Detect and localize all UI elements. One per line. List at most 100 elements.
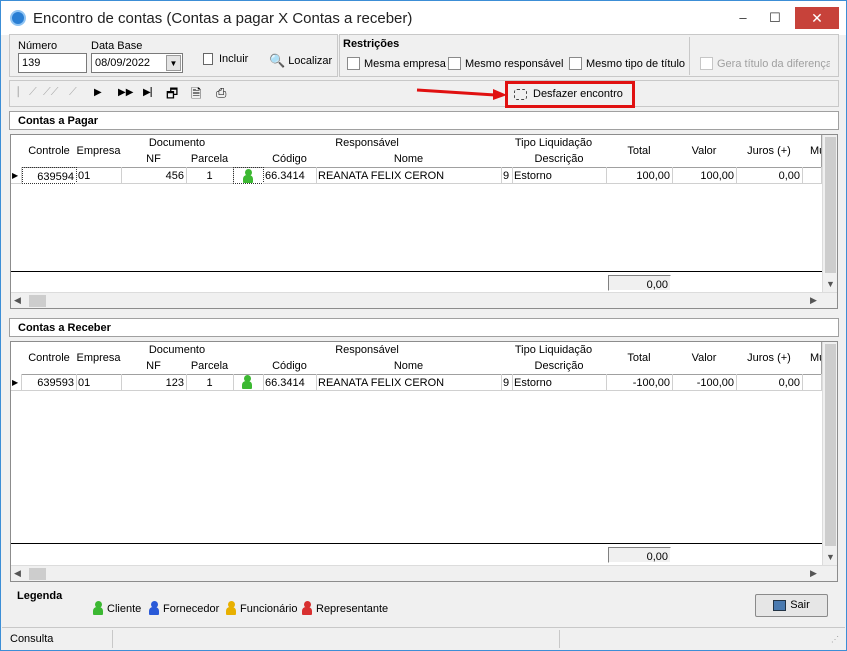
receber-horizontal-scrollbar[interactable]: ◀ ▶ (11, 565, 837, 581)
pagar-section-header (9, 111, 839, 130)
col-multa[interactable]: Mu (802, 135, 822, 168)
numero-input[interactable]: 139 (18, 53, 87, 73)
receber-hscroll-thumb[interactable] (29, 568, 46, 580)
legenda-title: Legenda (17, 590, 63, 602)
receber-title: Contas a Receber (18, 322, 111, 334)
scroll-down-icon[interactable]: ▼ (826, 279, 835, 289)
cell-valor[interactable]: 100,00 (672, 167, 737, 184)
pagar-horizontal-scrollbar[interactable]: ◀ ▶ (11, 292, 837, 308)
scroll-right-icon[interactable]: ▶ (810, 568, 817, 579)
representante-icon (302, 601, 312, 615)
cell-parcela[interactable]: 1 (186, 374, 234, 391)
next-page-icon[interactable]: ▶▶ (118, 87, 133, 98)
next-icon[interactable]: ▶ (94, 87, 102, 98)
maximize-button[interactable]: ☐ (761, 7, 789, 29)
cell-descricao[interactable]: Estorno (512, 167, 607, 184)
restricoes-title: Restrições (343, 38, 400, 50)
export-icon[interactable]: 🗗 (166, 85, 178, 107)
cell-nome[interactable]: REANATA FELIX CERON (316, 374, 502, 391)
data-base-label: Data Base (91, 40, 143, 52)
receber-vscroll-thumb[interactable] (825, 344, 836, 546)
pagar-hscroll-thumb[interactable] (29, 295, 46, 307)
cell-codigo[interactable]: 66.3414 (263, 167, 317, 184)
col-empresa[interactable]: Empresa (76, 135, 122, 168)
localizar-button[interactable]: 🔍 Localizar (269, 53, 332, 69)
resize-grip-icon[interactable]: ⋰ (831, 635, 839, 644)
funcionario-icon (226, 601, 236, 615)
divider (689, 37, 690, 75)
cell-empresa[interactable]: 01 (76, 167, 122, 184)
data-base-input[interactable]: 08/09/2022 ▼ (91, 53, 183, 73)
cell-controle[interactable]: 639593 (22, 374, 77, 391)
scroll-down-icon[interactable]: ▼ (826, 552, 835, 562)
minimize-button[interactable]: – (729, 7, 757, 29)
cell-nome[interactable]: REANATA FELIX CERON (316, 167, 502, 184)
fornecedor-icon (149, 601, 159, 615)
window-title: Encontro de contas (Contas a pagar X Con… (33, 10, 413, 27)
col-nome[interactable]: Nome (316, 358, 502, 375)
scroll-left-icon[interactable]: ◀ (14, 568, 21, 579)
cell-nf[interactable]: 456 (121, 167, 187, 184)
col-parcela[interactable]: Parcela (186, 358, 234, 375)
mesmo-tipo-checkbox[interactable] (569, 57, 582, 70)
col-documento: Documento (121, 135, 234, 152)
cell-multa[interactable] (802, 167, 822, 184)
col-controle[interactable]: Controle (22, 135, 77, 168)
col-descricao[interactable]: Descrição (512, 151, 607, 168)
app-icon (10, 10, 26, 26)
cell-descricao[interactable]: Estorno (512, 374, 607, 391)
col-juros[interactable]: Juros (+) (736, 342, 803, 375)
pagar-vscroll-thumb[interactable] (825, 137, 836, 273)
mesma-empresa-checkbox[interactable] (347, 57, 360, 70)
scroll-right-icon[interactable]: ▶ (810, 295, 817, 306)
col-valor[interactable]: Valor (672, 342, 737, 375)
cell-resp-icon[interactable] (233, 374, 264, 391)
col-parcela[interactable]: Parcela (186, 151, 234, 168)
pagar-grid: Controle Empresa Documento NF Parcela Re… (10, 134, 838, 309)
cell-total[interactable]: -100,00 (606, 374, 673, 391)
last-icon[interactable]: ▶⎸ (143, 87, 161, 98)
cell-codigo[interactable]: 66.3414 (263, 374, 317, 391)
col-juros[interactable]: Juros (+) (736, 135, 803, 168)
col-total[interactable]: Total (606, 135, 673, 168)
cell-nf[interactable]: 123 (121, 374, 187, 391)
col-codigo[interactable]: Código (263, 151, 317, 168)
col-resp-icon[interactable] (233, 358, 264, 375)
col-nf[interactable]: NF (121, 358, 187, 375)
mesmo-responsavel-checkbox[interactable] (448, 57, 461, 70)
print-icon[interactable]: ⎙ (216, 85, 226, 101)
cell-resp-icon[interactable] (233, 167, 264, 184)
cliente-icon (242, 375, 252, 389)
cell-empresa[interactable]: 01 (76, 374, 122, 391)
pagar-footer-total: 0,00 (608, 275, 671, 291)
cell-total[interactable]: 100,00 (606, 167, 673, 184)
cell-parcela[interactable]: 1 (186, 167, 234, 184)
cell-juros[interactable]: 0,00 (736, 374, 803, 391)
pagar-vertical-scrollbar[interactable]: ▼ (822, 135, 837, 293)
col-nome[interactable]: Nome (316, 151, 502, 168)
receber-vertical-scrollbar[interactable]: ▼ (822, 342, 837, 566)
dropdown-arrow-icon[interactable]: ▼ (166, 55, 181, 71)
col-descricao[interactable]: Descrição (512, 358, 607, 375)
col-resp-icon[interactable] (233, 151, 264, 168)
scroll-left-icon[interactable]: ◀ (14, 295, 21, 306)
col-multa[interactable]: Mu (802, 342, 822, 375)
close-button[interactable]: ✕ (795, 7, 839, 29)
cell-juros[interactable]: 0,00 (736, 167, 803, 184)
preview-icon[interactable]: 🗎 (191, 85, 201, 107)
incluir-button[interactable]: Incluir (203, 53, 248, 66)
col-nf[interactable]: NF (121, 151, 187, 168)
cell-multa[interactable] (802, 374, 822, 391)
desfazer-encontro-button[interactable]: Desfazer encontro (514, 88, 623, 100)
status-divider (112, 630, 113, 648)
col-valor[interactable]: Valor (672, 135, 737, 168)
sair-button[interactable]: Sair (755, 594, 828, 617)
col-empresa[interactable]: Empresa (76, 342, 122, 375)
col-total[interactable]: Total (606, 342, 673, 375)
row-indicator-icon: ▶ (11, 167, 22, 184)
cell-controle[interactable]: 639594 (22, 167, 77, 184)
col-codigo[interactable]: Código (263, 358, 317, 375)
cell-valor[interactable]: -100,00 (672, 374, 737, 391)
gera-titulo-checkbox[interactable] (700, 57, 713, 70)
col-controle[interactable]: Controle (22, 342, 77, 375)
